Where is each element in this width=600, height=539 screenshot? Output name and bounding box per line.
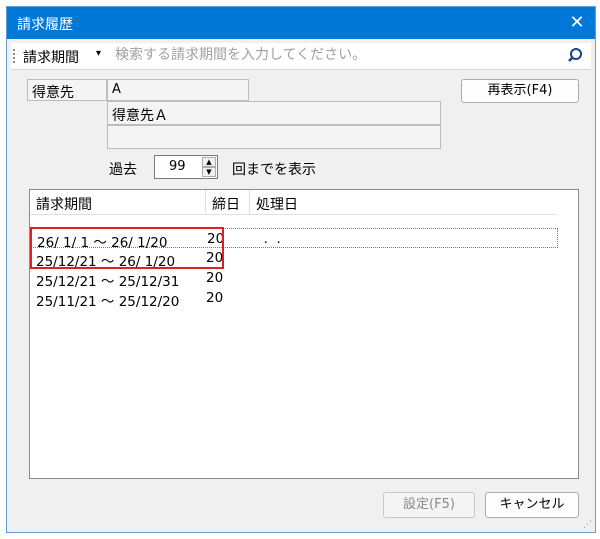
count-value[interactable]: 99 (169, 159, 186, 174)
stepper-up-icon[interactable]: ▲ (202, 157, 216, 167)
customer-name-field: 得意先Ａ (107, 101, 441, 125)
close-icon[interactable]: ✕ (565, 11, 589, 35)
customer-code-field: A (107, 79, 249, 101)
table-header: 請求期間 締日 処理日 (30, 190, 558, 215)
cell-close-day: 20 (206, 290, 224, 306)
table-row[interactable]: 25/12/21 ～ 25/12/31 20 (30, 268, 558, 290)
chevron-down-icon[interactable]: ▾ (96, 48, 101, 59)
grip-icon (13, 49, 17, 63)
title-bar: 請求履歴 ✕ (7, 7, 595, 39)
resize-grip-icon[interactable]: ⋰ (583, 520, 593, 530)
table-row[interactable]: 25/11/21 ～ 25/12/20 20 (30, 288, 558, 310)
search-input[interactable] (111, 45, 569, 65)
count-stepper[interactable]: 99 ▲ ▼ (154, 155, 218, 179)
refresh-button[interactable]: 再表示(F4) (461, 79, 579, 103)
highlight-annotation-box (30, 227, 224, 269)
cell-close-day: 20 (206, 270, 224, 286)
window-title: 請求履歴 (17, 17, 73, 33)
search-field-label[interactable]: 請求期間 (23, 47, 79, 67)
cell-period: 25/11/21 ～ 25/12/20 (36, 294, 180, 310)
set-button[interactable]: 設定(F5) (383, 492, 475, 518)
past-prefix-label: 過去 (109, 162, 137, 178)
customer-label: 得意先 (27, 79, 107, 101)
history-table[interactable]: 請求期間 締日 処理日 26/ 1/ 1 ～ 26/ 1/20 20 . . 2… (29, 189, 579, 479)
column-header-close-day[interactable]: 締日 (206, 190, 250, 214)
column-header-processed[interactable]: 処理日 (250, 190, 558, 214)
past-suffix-label: 回までを表示 (232, 162, 316, 178)
search-icon[interactable] (567, 46, 587, 66)
customer-extra-field (107, 125, 441, 149)
dialog-window: 請求履歴 ✕ 請求期間 ▾ 得意先 A 得意先Ａ 再表示(F4) 過去 99 ▲… (6, 6, 596, 533)
cancel-button[interactable]: キャンセル (485, 492, 579, 518)
search-bar: 請求期間 ▾ (11, 43, 591, 70)
cell-processed: . . (255, 231, 281, 247)
cell-period: 25/12/21 ～ 25/12/31 (36, 274, 180, 290)
stepper-down-icon[interactable]: ▼ (202, 167, 216, 177)
column-header-period[interactable]: 請求期間 (30, 190, 206, 214)
